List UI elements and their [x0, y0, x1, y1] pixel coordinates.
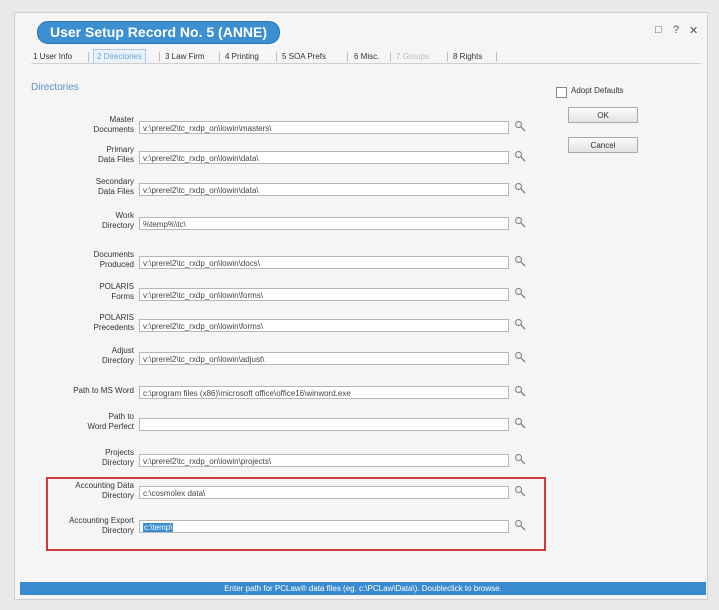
row-label: POLARIS Forms — [99, 282, 134, 301]
row-label: POLARIS Precedents — [93, 313, 134, 332]
row-label: Master Documents — [93, 115, 134, 134]
tab-printing[interactable]: 4 Printing — [225, 50, 259, 63]
browse-icon[interactable] — [514, 120, 528, 134]
tab-groups: 7 Groups — [396, 52, 429, 61]
adopt-defaults-label: Adopt Defaults — [571, 86, 624, 95]
section-title: Directories — [31, 82, 79, 93]
browse-icon[interactable] — [514, 351, 528, 365]
row-label: Path to Word Perfect — [87, 412, 134, 431]
close-icon[interactable]: ✕ — [689, 24, 698, 37]
help-icon[interactable]: ? — [673, 24, 679, 36]
work-directory-field[interactable]: %temp%\tc\ — [139, 217, 509, 230]
browse-icon[interactable] — [514, 417, 528, 431]
row-label: Accounting Export Directory — [69, 516, 134, 535]
row-label: Work Directory — [101, 211, 134, 230]
projects-directory-field[interactable]: v:\prerel2\tc_rxdp_on\lowin\projects\ — [139, 454, 509, 467]
secondary-data-files-field[interactable]: v:\prerel2\tc_rxdp_on\lowin\data\ — [139, 183, 509, 196]
browse-icon[interactable] — [514, 255, 528, 269]
ms-word-path-field[interactable]: c:\program files (x86)\microsoft office\… — [139, 386, 509, 399]
browse-icon[interactable] — [514, 287, 528, 301]
polaris-precedents-field[interactable]: v:\prerel2\tc_rxdp_on\lowin\forms\ — [139, 319, 509, 332]
browse-icon[interactable] — [514, 216, 528, 230]
row-label: Projects Directory — [101, 448, 134, 467]
row-label: Documents Produced — [93, 250, 134, 269]
maximize-icon[interactable]: □ — [655, 24, 662, 36]
accounting-data-field[interactable]: c:\cosmolex data\ — [139, 486, 509, 499]
tab-law-firm[interactable]: 3 Law Firm — [165, 50, 205, 63]
cancel-button[interactable]: Cancel — [568, 137, 638, 153]
primary-data-files-field[interactable]: v:\prerel2\tc_rxdp_on\lowin\data\ — [139, 151, 509, 164]
row-label: Path to MS Word — [73, 386, 134, 395]
documents-produced-field[interactable]: v:\prerel2\tc_rxdp_on\lowin\docs\ — [139, 256, 509, 269]
tab-user-info[interactable]: 1 User Info — [33, 50, 72, 63]
browse-icon[interactable] — [514, 150, 528, 164]
tab-directories[interactable]: 2 Directories — [93, 49, 146, 63]
row-label: Secondary Data Files — [95, 177, 134, 196]
row-label: Adjust Directory — [101, 346, 134, 365]
browse-icon[interactable] — [514, 453, 528, 467]
row-label: Primary Data Files — [97, 145, 134, 164]
master-documents-field[interactable]: v:\prerel2\tc_rxdp_on\lowin\masters\ — [139, 121, 509, 134]
browse-icon[interactable] — [514, 485, 528, 499]
accounting-export-field[interactable]: c:\temp\ — [139, 520, 509, 533]
browse-icon[interactable] — [514, 385, 528, 399]
window-title: User Setup Record No. 5 (ANNE) — [37, 21, 281, 44]
tab-misc[interactable]: 6 Misc. — [354, 50, 379, 63]
tab-bar: 1 User Info 2 Directories 3 Law Firm 4 P… — [31, 49, 701, 64]
adopt-defaults-checkbox[interactable] — [556, 87, 567, 98]
tab-rights[interactable]: 8 Rights — [453, 50, 482, 63]
polaris-forms-field[interactable]: v:\prerel2\tc_rxdp_on\lowin\forms\ — [139, 288, 509, 301]
browse-icon[interactable] — [514, 318, 528, 332]
browse-icon[interactable] — [514, 519, 528, 533]
status-bar: Enter path for PCLaw® data files (eg. c:… — [20, 582, 706, 595]
word-perfect-path-field[interactable] — [139, 418, 509, 431]
row-label: Accounting Data Directory — [75, 481, 134, 500]
ok-button[interactable]: OK — [568, 107, 638, 123]
browse-icon[interactable] — [514, 182, 528, 196]
adjust-directory-field[interactable]: v:\prerel2\tc_rxdp_on\lowin\adjust\ — [139, 352, 509, 365]
tab-soa-prefs[interactable]: 5 SOA Prefs — [282, 50, 326, 63]
